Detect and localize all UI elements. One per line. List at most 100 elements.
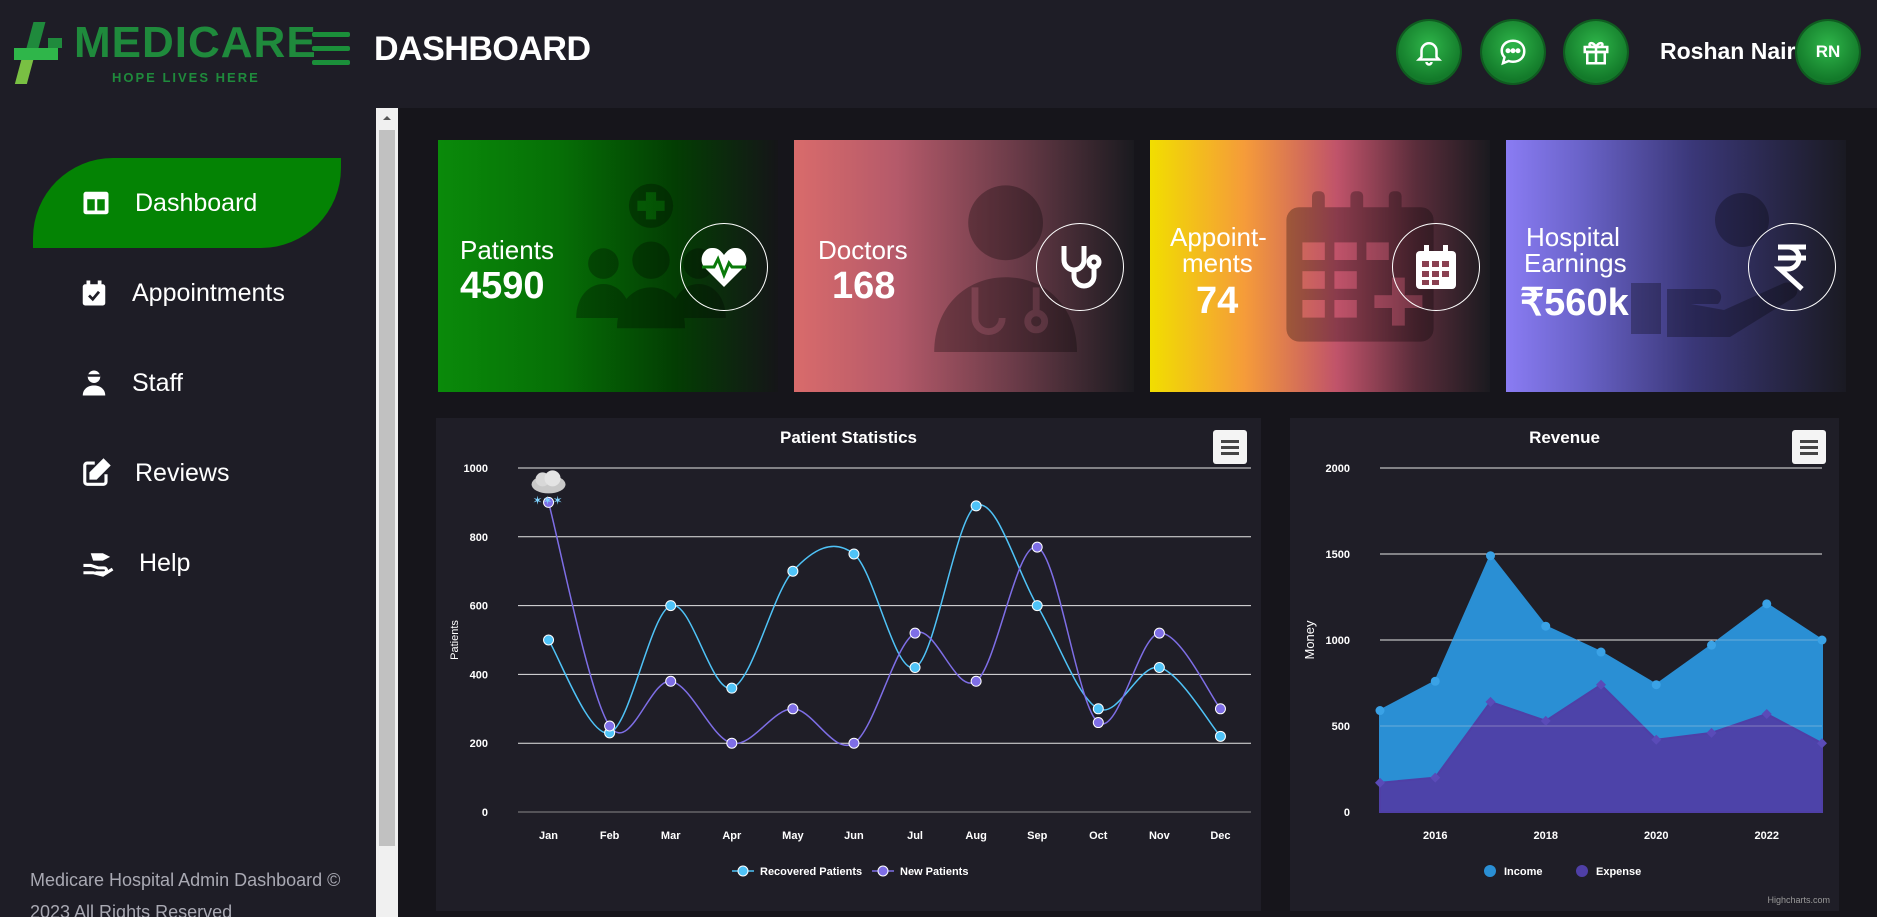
y-tick-label: 1000 [1326,635,1350,647]
y-axis-label: Money [1302,620,1317,660]
card-title: Patients [460,235,554,265]
dashboard-icon [83,191,109,215]
stat-card-doctors[interactable]: Doctors 168 [794,140,1134,392]
edit-icon [83,458,111,486]
card-title-line2: ments [1182,248,1253,278]
card-title-line1: Appoint- [1170,222,1267,252]
card-icon-button[interactable] [1748,223,1836,311]
sidebar-item-label: Staff [132,368,183,397]
card-title: Doctors [818,235,908,265]
y-axis-label: Patients [449,620,461,660]
calendar-icon [1416,245,1456,289]
data-point [848,548,860,560]
card-icon-button[interactable] [1392,223,1480,311]
sidebar-item-label: Help [139,548,191,577]
logo-tagline: HOPE LIVES HERE [112,70,260,85]
data-point [1651,680,1661,690]
heart-pulse-icon [701,247,747,287]
notifications-button[interactable] [1398,21,1460,83]
data-point [909,662,921,674]
data-point [787,703,799,715]
data-point [848,737,860,749]
sidebar-item-dashboard[interactable]: Dashboard [33,158,341,248]
sidebar: Dashboard Appointments Staff Reviews Hel… [0,108,376,917]
x-tick-label: Oct [1089,830,1108,842]
data-point [1092,703,1104,715]
bell-icon [1415,42,1443,66]
scroll-up-arrow-icon[interactable] [376,108,398,128]
y-tick-label: 0 [482,807,488,819]
card-icon-button[interactable] [680,223,768,311]
data-point [543,634,555,646]
top-header: MEDICARE HOPE LIVES HERE DASHBOARD Rosha… [0,0,1877,108]
rupee-icon [1774,244,1806,291]
x-tick-label: Dec [1210,830,1230,842]
stat-card-appointments[interactable]: Appoint- ments 74 [1150,140,1490,392]
sidebar-item-label: Reviews [135,458,230,487]
x-tick-label: Jan [539,830,558,842]
gifts-button[interactable] [1565,21,1627,83]
stat-card-patients[interactable]: Patients 4590 [438,140,778,392]
legend-label: New Patients [900,866,968,878]
stat-card-earnings[interactable]: Hospital Earnings ₹560k [1506,140,1846,392]
data-point [726,682,738,694]
y-tick-label: 400 [470,669,488,681]
x-tick-label: 2016 [1423,830,1447,842]
x-tick-label: May [782,830,804,842]
series-line [547,504,1222,737]
data-point [1762,599,1772,609]
user-name[interactable]: Roshan Nair [1660,38,1795,65]
logo-text: MEDICARE [74,18,317,67]
revenue-chart: 0 500 1000 1500 2000 2016 2018 2020 2022 Money Inc… [1302,463,1830,905]
chart-credit: Highcharts.com [1767,895,1830,905]
data-point [1214,703,1226,715]
staff-icon [82,370,106,396]
y-tick-label: 1000 [464,463,488,475]
avatar[interactable]: RN [1797,21,1859,83]
x-tick-label: Mar [661,830,681,842]
patient-statistics-chart: 0 200 400 600 800 1000 Jan Feb Mar Apr May Jun Jul Au… [449,463,1251,878]
logo[interactable]: MEDICARE HOPE LIVES HERE [14,20,316,90]
data-point [1214,730,1226,742]
data-point [970,675,982,687]
legend-marker [1484,865,1496,877]
card-icon-button[interactable] [1036,223,1124,311]
data-point [1486,551,1495,561]
data-point [787,565,799,577]
x-tick-label: Feb [600,830,620,842]
sidebar-item-help[interactable]: Help [33,518,341,608]
data-point [1092,717,1104,729]
sidebar-item-label: Dashboard [135,188,258,217]
patient-statistics-panel: Patient Statistics 0 200 400 600 800 1000 Jan F… [436,418,1261,911]
hamburger-menu-icon[interactable] [312,30,352,66]
data-point [726,737,738,749]
data-point [1541,621,1551,631]
x-tick-label: Jul [907,830,923,842]
sidebar-item-staff[interactable]: Staff [33,338,341,428]
x-tick-label: Sep [1027,830,1047,842]
sidebar-item-label: Appointments [132,278,285,307]
legend-marker [1576,865,1588,877]
chat-icon [1500,39,1526,66]
svg-text:✶✶✶: ✶✶✶ [533,493,563,507]
scrollbar[interactable] [376,108,398,917]
sidebar-item-reviews[interactable]: Reviews [33,428,341,518]
card-value: 168 [832,265,896,307]
y-tick-label: 0 [1344,807,1350,819]
scrollbar-thumb[interactable] [379,130,395,846]
gift-icon [1583,41,1609,65]
y-tick-label: 1500 [1326,549,1350,561]
revenue-panel: Revenue 0 500 1000 1500 2000 2016 2018 2020 2022… [1290,418,1839,911]
legend-label: Income [1504,866,1543,878]
stethoscope-icon [1061,246,1102,289]
card-value: ₹560k [1520,282,1629,324]
data-point [665,600,677,612]
data-point [909,627,921,639]
data-point [665,675,677,687]
y-tick-label: 800 [470,532,488,544]
sidebar-item-appointments[interactable]: Appointments [33,248,341,338]
x-tick-label: Aug [965,830,986,842]
messages-button[interactable] [1482,21,1544,83]
data-point [1031,541,1043,553]
data-point [1707,640,1716,650]
